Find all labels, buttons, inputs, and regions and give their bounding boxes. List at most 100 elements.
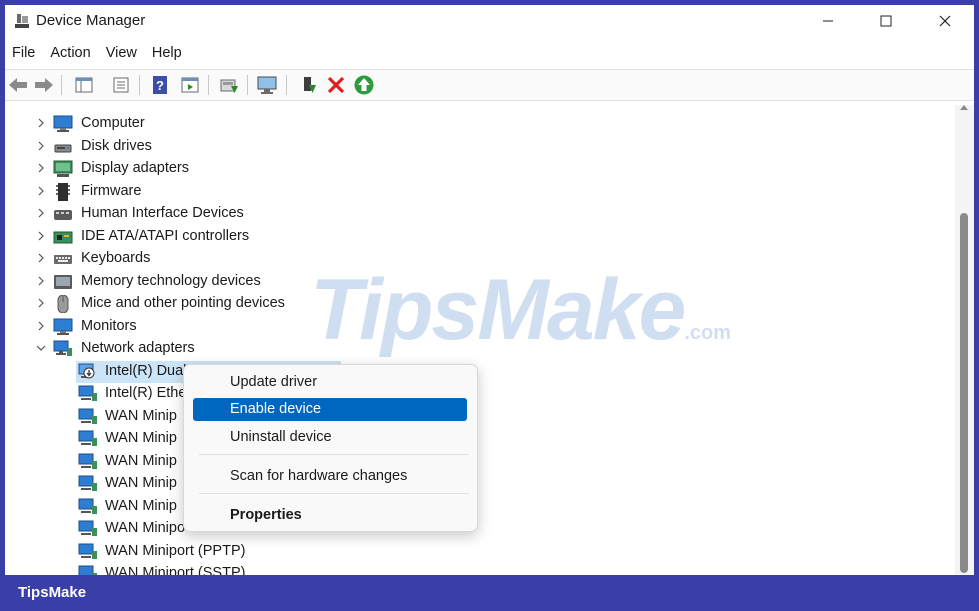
network-adapter-icon <box>78 565 97 575</box>
watermark-text: TipsMake <box>310 262 686 358</box>
tree-label: Computer <box>81 115 145 131</box>
chevron-right-icon[interactable] <box>36 140 46 152</box>
tree-label: Human Interface Devices <box>81 205 244 221</box>
network-adapter-icon <box>78 453 97 469</box>
chevron-right-icon[interactable] <box>36 117 46 129</box>
chevron-right-icon[interactable] <box>36 320 46 332</box>
toolbar-separator <box>286 75 287 95</box>
chevron-right-icon[interactable] <box>36 275 46 287</box>
tree-label: Mice and other pointing devices <box>81 295 285 311</box>
tree-item-display-adapters[interactable]: Display adapters <box>5 158 505 180</box>
uninstall-icon <box>327 76 345 94</box>
tree-label: WAN Minip <box>105 498 177 514</box>
properties-icon <box>113 77 129 93</box>
footer-brand: TipsMake <box>18 584 87 601</box>
close-icon <box>939 15 951 27</box>
window-title: Device Manager <box>36 12 146 29</box>
menu-bar: File Action View Help <box>5 43 974 67</box>
tree-label: Monitors <box>81 318 137 334</box>
memory-icon <box>54 275 72 289</box>
menu-view[interactable]: View <box>99 43 145 67</box>
tree-label: IDE ATA/ATAPI controllers <box>81 228 250 244</box>
scan-hardware-button[interactable] <box>257 75 279 95</box>
network-adapter-icon <box>53 340 72 356</box>
action-pane-button[interactable] <box>179 75 201 95</box>
tree-label: Disk drives <box>81 138 152 154</box>
tree-item-computer[interactable]: Computer <box>5 113 505 135</box>
update-driver-button[interactable] <box>218 75 240 95</box>
menu-properties[interactable]: Properties <box>193 504 467 527</box>
tree-label: Keyboards <box>81 250 151 266</box>
menu-separator <box>199 454 469 455</box>
scan-hardware-icon <box>257 76 277 94</box>
menu-help[interactable]: Help <box>145 43 190 67</box>
help-button[interactable]: ? <box>149 75 171 95</box>
svg-text:?: ? <box>156 78 164 93</box>
tree-label: Display adapters <box>81 160 189 176</box>
tree-label: WAN Minip <box>105 475 177 491</box>
tree-label: WAN Minip <box>105 453 177 469</box>
device-manager-window: Device Manager File Action View Help ? C… <box>5 5 974 575</box>
properties-button[interactable] <box>110 75 132 95</box>
tree-label: Network adapters <box>81 340 195 356</box>
chevron-right-icon[interactable] <box>36 207 46 219</box>
vertical-scrollbar[interactable] <box>955 105 974 575</box>
help-icon: ? <box>153 76 167 94</box>
menu-file[interactable]: File <box>5 43 43 67</box>
firmware-icon <box>56 183 70 201</box>
chevron-down-icon[interactable] <box>36 342 46 354</box>
keyboard-icon <box>54 255 72 264</box>
action-pane-icon <box>181 77 199 93</box>
menu-uninstall-device[interactable]: Uninstall device <box>193 426 467 449</box>
chevron-right-icon[interactable] <box>36 297 46 309</box>
menu-item-label: Enable device <box>230 401 322 417</box>
tree-item-human-interface-devices[interactable]: Human Interface Devices <box>5 203 505 225</box>
menu-scan-hardware-changes[interactable]: Scan for hardware changes <box>193 465 467 488</box>
back-icon <box>9 78 27 92</box>
device-manager-app-icon <box>15 14 29 28</box>
monitor-icon <box>53 318 73 335</box>
scroll-up-arrow-icon[interactable] <box>960 105 968 110</box>
network-adapter-icon <box>78 475 97 491</box>
menu-item-label: Scan for hardware changes <box>230 468 408 484</box>
chevron-right-icon[interactable] <box>36 162 46 174</box>
scroll-thumb[interactable] <box>960 213 968 573</box>
chevron-right-icon[interactable] <box>36 252 46 264</box>
menu-item-label: Properties <box>230 507 302 523</box>
network-adapter-icon <box>78 520 97 536</box>
add-legacy-icon <box>354 75 374 95</box>
network-child-wan-miniport-sstp[interactable]: WAN Miniport (SSTP) <box>5 563 505 575</box>
uninstall-device-button[interactable] <box>325 75 347 95</box>
toolbar-separator <box>139 75 140 95</box>
hid-icon <box>54 210 72 220</box>
update-driver-icon <box>220 79 238 93</box>
forward-button[interactable] <box>33 75 55 95</box>
title-bar: Device Manager <box>5 5 974 37</box>
chevron-right-icon[interactable] <box>36 185 46 197</box>
enable-device-button[interactable] <box>297 75 319 95</box>
minimize-button[interactable] <box>799 5 857 37</box>
tree-item-disk-drives[interactable]: Disk drives <box>5 136 505 158</box>
add-legacy-hardware-button[interactable] <box>353 75 375 95</box>
toolbar: ? <box>5 69 974 101</box>
menu-action[interactable]: Action <box>43 43 98 67</box>
tree-item-firmware[interactable]: Firmware <box>5 181 505 203</box>
watermark-suffix: .com <box>684 322 732 344</box>
network-adapter-icon <box>78 543 97 559</box>
tree-label: Intel(R) Ethe <box>105 385 187 401</box>
close-button[interactable] <box>916 5 974 37</box>
tree-label: Memory technology devices <box>81 273 261 289</box>
maximize-button[interactable] <box>857 5 915 37</box>
tree-label: WAN Miniport (SSTP) <box>105 565 246 575</box>
tree-label: Intel(R) Dual <box>105 363 187 379</box>
toolbar-separator <box>61 75 62 95</box>
tree-item-ide-controllers[interactable]: IDE ATA/ATAPI controllers <box>5 226 505 248</box>
back-button[interactable] <box>7 75 29 95</box>
menu-item-label: Uninstall device <box>230 429 332 445</box>
menu-update-driver[interactable]: Update driver <box>193 371 467 394</box>
menu-enable-device[interactable]: Enable device <box>193 398 467 421</box>
toolbar-separator <box>247 75 248 95</box>
network-child-wan-miniport-pptp[interactable]: WAN Miniport (PPTP) <box>5 541 505 563</box>
chevron-right-icon[interactable] <box>36 230 46 242</box>
show-hide-console-tree-button[interactable] <box>73 75 95 95</box>
